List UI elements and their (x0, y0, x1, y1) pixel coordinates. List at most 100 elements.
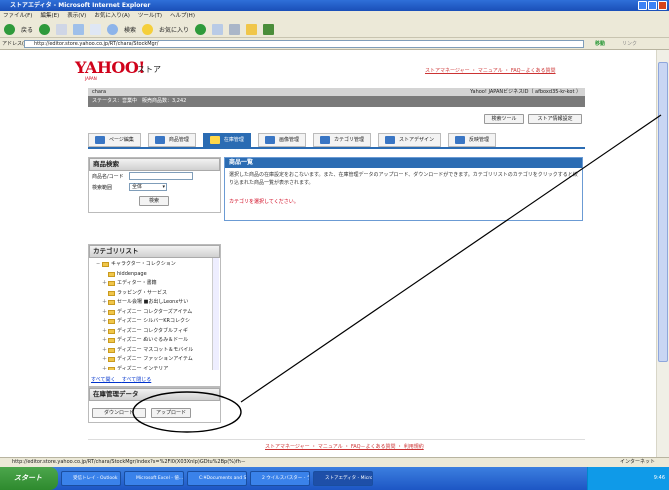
menu-file[interactable]: ファイル(F) (3, 11, 32, 21)
taskbar-task[interactable]: C:¥Documents and S... (187, 471, 247, 486)
design-icon (384, 136, 395, 144)
tab-label: 反映管理 (468, 137, 489, 143)
category-item[interactable]: hiddenpage (96, 270, 217, 280)
header-links[interactable]: ストアマネージャー ・ マニュアル ・ FAQ－よくある質問 (425, 67, 556, 74)
expander-icon[interactable]: ＋ (102, 317, 107, 327)
back-arrow-icon[interactable] (4, 23, 15, 35)
product-list-panel: 商品一覧 選択した商品の在庫設定をおこないます。また、在庫管理データのアップロー… (224, 157, 583, 221)
folder-icon (108, 338, 115, 344)
tab-product-management[interactable]: 商品管理 (147, 133, 196, 147)
search-button[interactable]: 検索 (139, 196, 169, 206)
yahoo-logo[interactable]: YAHOO! (75, 58, 145, 77)
collapse-all-link[interactable]: すべて閉じる (122, 377, 151, 383)
publish-icon (454, 136, 465, 144)
links-label[interactable]: リンク (622, 40, 637, 47)
search-icon[interactable] (107, 23, 119, 35)
category-item[interactable]: ＋ ディズニー ぬいぐるみ＆ドール (96, 336, 217, 346)
category-scrollbar[interactable] (212, 258, 219, 370)
footer-links[interactable]: ストアマネージャー ・ マニュアル ・ FAQ－よくある質問 ・ 利用規約 (265, 443, 424, 450)
expander-icon[interactable]: ＋ (102, 365, 107, 371)
tab-store-design[interactable]: ストアデザイン (377, 133, 441, 147)
favorites-button-label[interactable]: お気に入り (159, 25, 189, 34)
tab-page-edit[interactable]: ページ編集 (88, 133, 141, 147)
category-item[interactable]: ＋ ディズニー ファッションアイテム (96, 355, 217, 365)
tab-category-management[interactable]: カテゴリ管理 (312, 133, 371, 147)
account-info: Yahoo! JAPANビジネスID（ afboxd35-kr-kot ） (470, 89, 581, 95)
page-scrollbar[interactable] (656, 50, 669, 457)
category-tree: − キャラクター・コレクション hiddenpage ＋ エディター・書籍 ラッピング・サ… (90, 258, 217, 370)
folder-icon[interactable] (246, 23, 258, 35)
category-item[interactable]: ＋ エディター・書籍 (96, 279, 217, 289)
category-item[interactable]: ＋ ディズニー コレクターズアイテム (96, 308, 217, 318)
category-item-label: ディズニー コレクターズアイテム (117, 308, 193, 315)
expander-icon[interactable]: ＋ (102, 346, 107, 356)
category-item[interactable]: ＋ ディズニー コレクタブルフィギ (96, 327, 217, 337)
window-titlebar: ストアエディタ - Microsoft Internet Explorer (0, 0, 669, 11)
category-icon (319, 136, 330, 144)
category-item[interactable]: ＋ セール会場 ■お出しLeonxサい (96, 298, 217, 308)
category-item[interactable]: ラッピング・サービス (96, 289, 217, 299)
expander-icon[interactable]: ＋ (102, 327, 107, 337)
search-button-label[interactable]: 検索 (124, 25, 136, 34)
product-search-panel: 商品検索 商品名/コード 検索範囲 全体 ▾ 検索 (88, 157, 221, 213)
start-button[interactable]: スタート (0, 467, 58, 490)
menu-edit[interactable]: 編集(E) (40, 11, 59, 21)
search-range-select[interactable]: 全体 ▾ (129, 183, 167, 191)
history-icon[interactable] (195, 23, 207, 35)
menu-help[interactable]: ヘルプ(H) (170, 11, 195, 21)
taskbar-task[interactable]: Microsoft Excel - 値... (124, 471, 184, 486)
category-item-label: ディズニー マスコット＆モバイル (117, 346, 194, 353)
menu-bar: ファイル(F) 編集(E) 表示(V) お気に入り(A) ツール(T) ヘルプ(… (0, 11, 669, 21)
tab-stock-management[interactable]: 在庫管理 (202, 133, 251, 147)
tab-publish-management[interactable]: 反映管理 (447, 133, 496, 147)
product-code-input[interactable] (129, 172, 193, 180)
search-tool-button[interactable]: 検索ツール (484, 114, 524, 124)
forward-arrow-icon[interactable] (39, 23, 51, 35)
menu-tools[interactable]: ツール(T) (138, 11, 162, 21)
category-item[interactable]: ＋ ディズニー シルバーKRコレクシ (96, 317, 217, 327)
menu-favorites[interactable]: お気に入り(A) (94, 11, 130, 21)
tool-icon[interactable] (263, 23, 275, 35)
scrollbar-thumb[interactable] (658, 62, 668, 362)
expander-icon[interactable]: ＋ (102, 308, 107, 318)
logo-japan-text: JAPAN (85, 76, 97, 81)
address-input[interactable]: http://editor.store.yahoo.co.jp/RT/chara… (24, 40, 584, 48)
taskbar-task[interactable]: ストアエディタ - Micros... (313, 471, 373, 486)
category-item[interactable]: ＋ ディズニー マスコット＆モバイル (96, 346, 217, 356)
taskbar-task[interactable]: 2 ウイルスバスター - ライ... (250, 471, 310, 486)
home-icon[interactable] (90, 23, 102, 35)
category-item[interactable]: − キャラクター・コレクション (96, 260, 217, 270)
category-item-label: ディズニー ぬいぐるみ＆ドール (117, 337, 189, 343)
expander-icon[interactable]: ＋ (102, 298, 107, 308)
stock-data-panel: 在庫管理データ ダウンロード アップロード (88, 387, 221, 423)
favorites-star-icon[interactable] (142, 23, 154, 35)
product-list-description: 選択した商品の在庫設定をおこないます。また、在庫管理データのアップロード、ダウン… (229, 172, 578, 186)
expander-icon[interactable]: − (96, 260, 100, 270)
back-button-label[interactable]: 戻る (21, 25, 33, 34)
go-button[interactable]: 移動 (595, 40, 605, 47)
taskbar-task[interactable]: 受信トレイ - Outlook (61, 471, 121, 486)
expand-all-link[interactable]: すべて開く (91, 377, 115, 383)
expander-icon[interactable]: ＋ (102, 279, 107, 289)
download-button[interactable]: ダウンロード (92, 408, 146, 418)
folder-icon (108, 290, 115, 296)
category-item[interactable]: ＋ ディズニー インテリア (96, 365, 217, 371)
store-settings-button[interactable]: ストア情報設定 (528, 114, 582, 124)
image-icon (264, 136, 275, 144)
main-tabs: ページ編集 商品管理 在庫管理 画像管理 カテゴリ管理 ストアデザイン 反映管理 (88, 133, 585, 149)
category-item-label: ディズニー シルバーKRコレクシ (117, 318, 190, 324)
print-icon[interactable] (229, 23, 241, 35)
close-button[interactable] (658, 1, 667, 10)
minimize-button[interactable] (638, 1, 647, 10)
mail-icon[interactable] (212, 23, 224, 35)
stop-icon[interactable] (56, 23, 68, 35)
store-status-bar: ステータス：営業中 販売商品数：3,242 (88, 96, 585, 107)
refresh-icon[interactable] (73, 23, 85, 35)
maximize-button[interactable] (648, 1, 657, 10)
upload-button[interactable]: アップロード (151, 408, 191, 418)
expander-icon[interactable]: ＋ (102, 336, 107, 346)
menu-view[interactable]: 表示(V) (67, 11, 86, 21)
expander-icon[interactable]: ＋ (102, 355, 107, 365)
tab-image-management[interactable]: 画像管理 (257, 133, 306, 147)
category-item-label: ラッピング・サービス (117, 289, 168, 296)
